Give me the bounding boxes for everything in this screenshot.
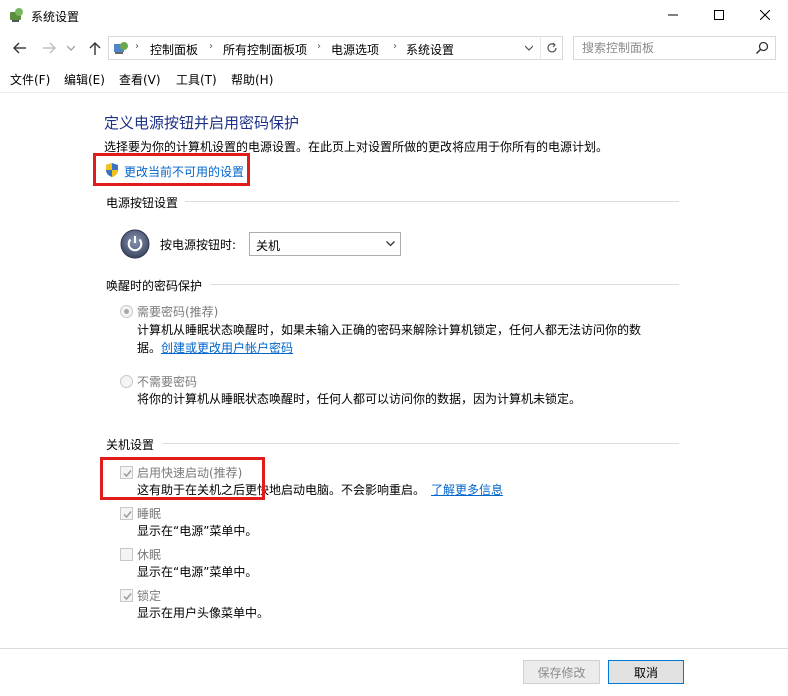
minimize-icon [668, 14, 678, 16]
menu-tools[interactable]: 工具(T) [176, 71, 217, 88]
back-arrow-icon [13, 42, 26, 54]
power-button-action-value: 关机 [256, 239, 281, 253]
search-input[interactable] [582, 40, 752, 56]
menu-bar: 文件(F) 编辑(E) 查看(V) 工具(T) 帮助(H) [0, 68, 788, 90]
minimize-button[interactable] [650, 0, 696, 30]
refresh-button[interactable] [540, 36, 563, 60]
menu-view[interactable]: 查看(V) [119, 71, 161, 88]
chevron-down-icon [386, 241, 395, 247]
hibernate-checkbox[interactable] [120, 548, 133, 561]
back-button[interactable] [9, 36, 31, 60]
lock-checkbox[interactable] [120, 589, 133, 602]
power-button-action-select[interactable]: 关机 [249, 232, 401, 256]
forward-button[interactable] [38, 36, 60, 60]
highlight-box-fast-startup [100, 457, 265, 500]
section-divider [162, 443, 679, 444]
footer-divider [0, 648, 788, 649]
address-dropdown-button[interactable] [519, 36, 539, 60]
breadcrumb-separator-icon: › [393, 41, 397, 52]
require-password-radio[interactable] [120, 305, 133, 318]
menu-edit[interactable]: 编辑(E) [64, 71, 105, 88]
lock-label: 锁定 [137, 589, 162, 603]
refresh-icon [547, 42, 557, 53]
breadcrumb-system-settings[interactable]: 系统设置 [406, 41, 454, 58]
recent-locations-button[interactable] [63, 36, 79, 60]
breadcrumb-control-panel[interactable]: 控制面板 [150, 41, 198, 58]
power-button-icon [120, 229, 150, 259]
require-password-description-line2: 据。创建或更改用户帐户密码 [137, 338, 293, 358]
section-divider [210, 284, 679, 285]
title-bar: 系统设置 [0, 0, 788, 30]
no-password-label: 不需要密码 [137, 375, 198, 389]
no-password-radio[interactable] [120, 375, 133, 388]
search-box[interactable] [573, 36, 776, 60]
require-password-label: 需要密码(推荐) [137, 305, 219, 319]
close-icon [760, 10, 770, 20]
sleep-description: 显示在“电源”菜单中。 [137, 524, 258, 538]
learn-more-link[interactable]: 了解更多信息 [431, 483, 503, 497]
radio-selected-dot [124, 309, 129, 314]
search-icon[interactable] [755, 41, 769, 55]
checkmark-icon [123, 511, 132, 519]
highlight-box-change-settings [93, 153, 250, 186]
require-password-description: 计算机从睡眠状态唤醒时，如果未输入正确的密码来解除计算机锁定，任何人都无法访问你… [137, 323, 642, 337]
breadcrumb-power-options[interactable]: 电源选项 [331, 41, 379, 58]
close-button[interactable] [742, 0, 788, 30]
hibernate-description: 显示在“电源”菜单中。 [137, 565, 258, 579]
maximize-icon [714, 10, 724, 20]
wake-password-section-title: 唤醒时的密码保护 [106, 279, 203, 293]
forward-arrow-icon [43, 42, 56, 54]
maximize-button[interactable] [696, 0, 742, 30]
save-changes-button[interactable]: 保存修改 [523, 660, 600, 684]
no-password-description: 将你的计算机从睡眠状态唤醒时，任何人都可以访问你的数据，因为计算机未锁定。 [137, 392, 582, 406]
menu-file[interactable]: 文件(F) [10, 71, 50, 88]
address-bar[interactable]: › 控制面板 › 所有控制面板项 › 电源选项 › 系统设置 [108, 36, 563, 60]
desc-text: 据。 [137, 341, 162, 355]
up-button[interactable] [84, 36, 106, 60]
hibernate-label: 休眠 [137, 548, 162, 562]
sleep-label: 睡眠 [137, 507, 162, 521]
lock-description: 显示在用户头像菜单中。 [137, 606, 270, 620]
checkmark-icon [123, 593, 132, 601]
breadcrumb-separator-icon: › [317, 41, 321, 52]
window-title: 系统设置 [31, 10, 80, 24]
chevron-down-icon [67, 45, 75, 51]
breadcrumb-all-items[interactable]: 所有控制面板项 [223, 41, 307, 58]
power-button-section-title: 电源按钮设置 [106, 196, 179, 210]
menu-help[interactable]: 帮助(H) [231, 71, 273, 88]
up-arrow-icon [89, 42, 101, 55]
create-change-password-link[interactable]: 创建或更改用户帐户密码 [161, 341, 293, 355]
sleep-checkbox[interactable] [120, 507, 133, 520]
breadcrumb-separator-icon: › [209, 41, 213, 52]
page-title: 定义电源按钮并启用密码保护 [104, 114, 300, 132]
power-options-app-icon [10, 8, 23, 22]
power-button-label: 按电源按钮时: [160, 238, 237, 252]
chevron-down-icon [525, 45, 533, 51]
cancel-button[interactable]: 取消 [608, 660, 684, 684]
main-content: 定义电源按钮并启用密码保护 选择要为你的计算机设置的电源设置。在此页上对设置所做… [0, 93, 788, 646]
breadcrumb-separator-icon: › [135, 41, 139, 52]
shutdown-section-title: 关机设置 [106, 438, 155, 452]
control-panel-icon [114, 42, 128, 54]
section-divider [185, 201, 679, 202]
